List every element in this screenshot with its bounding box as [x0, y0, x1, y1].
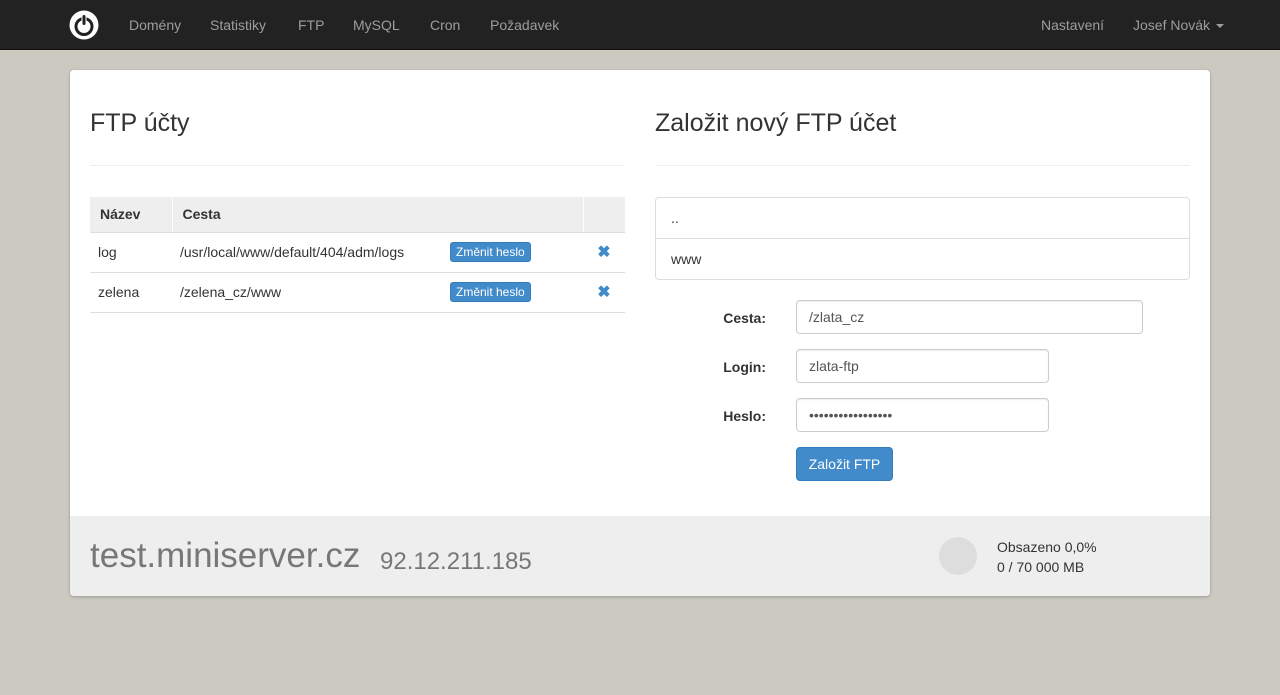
- nav-item-cron[interactable]: Cron: [430, 0, 460, 50]
- nav-item-ftp[interactable]: FTP: [298, 0, 324, 50]
- column-header-path: Cesta: [172, 197, 584, 233]
- password-input[interactable]: [796, 398, 1049, 432]
- logo-power-icon[interactable]: [69, 10, 99, 40]
- server-ip: 92.12.211.185: [380, 548, 532, 575]
- table-row: log /usr/local/www/default/404/adm/logs …: [90, 232, 625, 273]
- top-navbar: Domény Statistiky FTP MySQL Cron Požadav…: [0, 0, 1280, 50]
- delete-icon[interactable]: ✖: [597, 284, 610, 301]
- nav-item-domeny[interactable]: Domény: [129, 0, 181, 50]
- nav-item-settings[interactable]: Nastavení: [1041, 0, 1104, 50]
- caret-down-icon: [1216, 24, 1225, 29]
- usage-detail: 0 / 70 000 MB: [997, 559, 1085, 575]
- divider: [655, 165, 1190, 166]
- ftp-name: zelena: [90, 272, 172, 313]
- server-hostname: test.miniserver.cz: [90, 536, 361, 575]
- column-header-name: Název: [90, 197, 173, 233]
- nav-item-statistiky[interactable]: Statistiky: [210, 0, 266, 50]
- ftp-accounts-title: FTP účty: [90, 109, 190, 137]
- path-label: Cesta:: [723, 310, 766, 326]
- new-ftp-title: Založit nový FTP účet: [655, 109, 897, 137]
- directory-list: .. www: [655, 197, 1190, 280]
- delete-icon[interactable]: ✖: [597, 244, 610, 261]
- change-password-button[interactable]: Změnit heslo: [450, 282, 531, 302]
- user-name: Josef Novák: [1133, 17, 1211, 33]
- password-label: Heslo:: [723, 408, 766, 424]
- main-card: FTP účty Název Cesta log /usr/local/www/…: [70, 70, 1210, 596]
- nav-item-pozadavek[interactable]: Požadavek: [490, 0, 559, 50]
- user-menu[interactable]: Josef Novák: [1133, 0, 1225, 50]
- login-label: Login:: [723, 359, 766, 375]
- ftp-name: log: [90, 232, 172, 273]
- usage-label: Obsazeno 0,0%: [997, 539, 1097, 555]
- nav-item-mysql[interactable]: MySQL: [353, 0, 400, 50]
- login-input[interactable]: [796, 349, 1049, 383]
- server-footer: test.miniserver.cz 92.12.211.185 Obsazen…: [70, 516, 1210, 596]
- divider: [90, 165, 625, 166]
- table-row: zelena /zelena_cz/www Změnit heslo ✖: [90, 272, 625, 313]
- ftp-path: /zelena_cz/www: [172, 272, 442, 313]
- directory-item-parent[interactable]: ..: [656, 198, 1189, 239]
- path-input[interactable]: [796, 300, 1143, 334]
- change-password-button[interactable]: Změnit heslo: [450, 242, 531, 262]
- ftp-accounts-table: Název Cesta log /usr/local/www/default/4…: [90, 197, 625, 313]
- directory-item-www[interactable]: www: [656, 239, 1189, 279]
- table-header-row: Název Cesta: [90, 197, 625, 233]
- disk-usage-pie-icon: [939, 537, 977, 575]
- column-header-actions: [583, 197, 625, 233]
- ftp-path: /usr/local/www/default/404/adm/logs: [172, 232, 442, 273]
- create-ftp-button[interactable]: Založit FTP: [796, 447, 893, 481]
